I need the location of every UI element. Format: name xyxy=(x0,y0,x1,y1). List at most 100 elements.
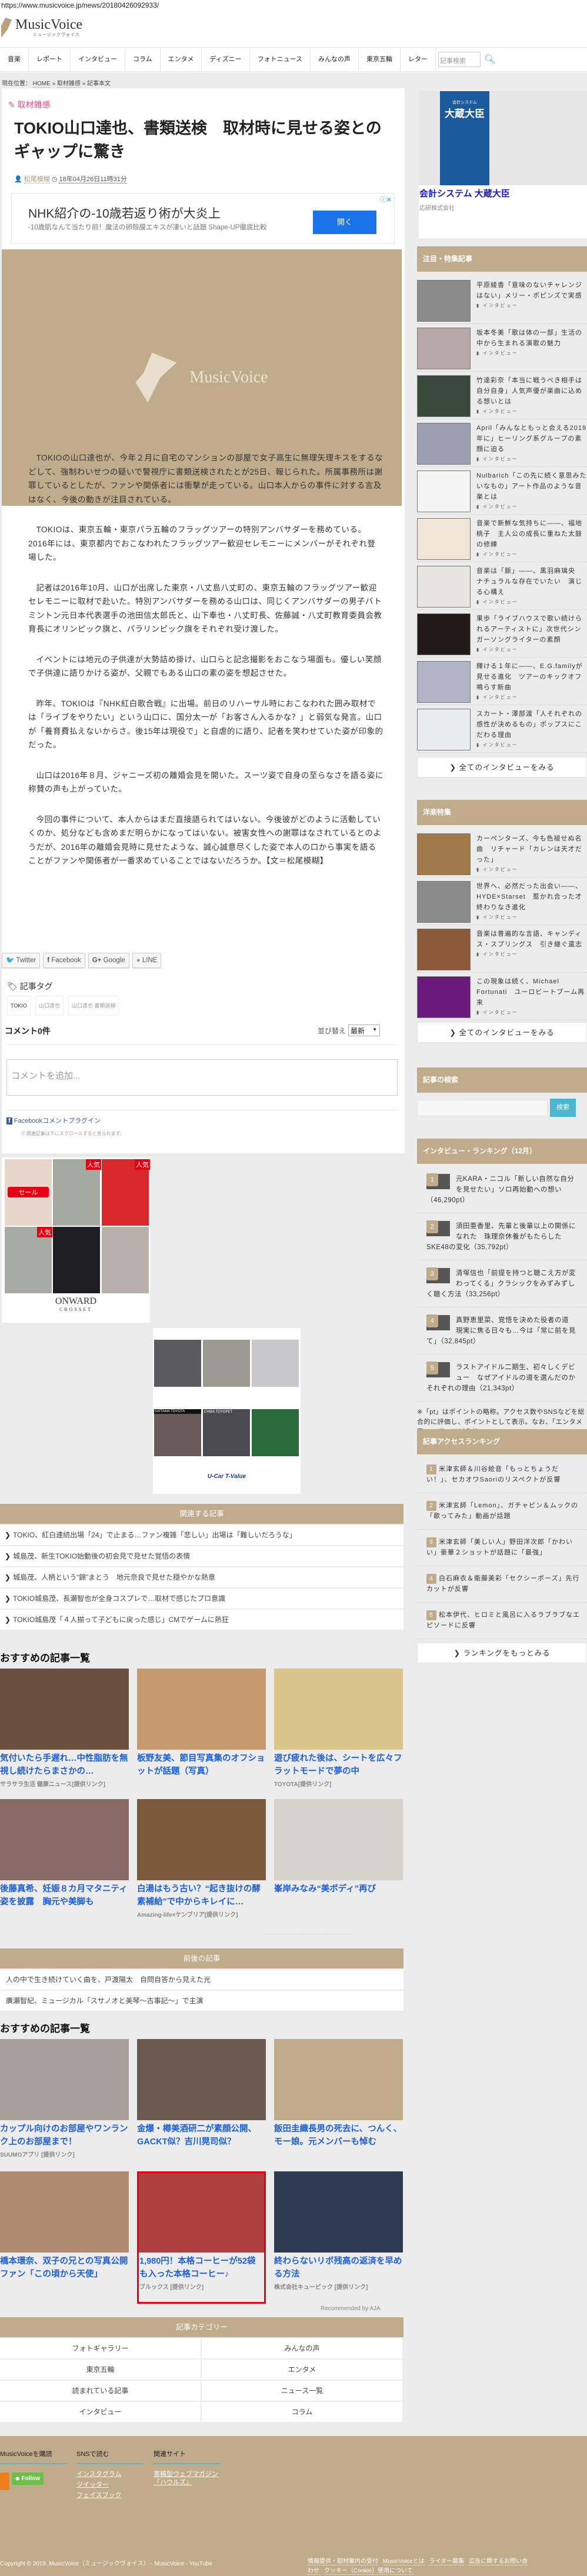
footer-link[interactable]: 情報提供・取材案内の受付 xyxy=(308,2558,378,2565)
recommended-thumbnail[interactable] xyxy=(137,1669,266,1750)
ranking-item[interactable]: 5 松本伊代、ヒロミと風呂に入るラブラブなエピソードに反響 xyxy=(417,1603,587,1639)
recommended-card[interactable]: 板野友美、節目写真集のオフショットが話題（写真） xyxy=(137,1669,266,1799)
share-google-button[interactable]: G+ Google xyxy=(88,953,129,968)
recommended-thumbnail[interactable] xyxy=(0,2171,129,2253)
sidebar-article[interactable]: 輝ける１年に――、E.G.familyが見せる進化 ツアーのキックオフ鳴らす新曲… xyxy=(417,658,587,705)
article-thumbnail[interactable] xyxy=(417,661,471,703)
nav-item[interactable]: レポート xyxy=(29,47,71,72)
sidebar-article[interactable]: 竹達彩奈「本当に戦うべき相手は自分自身」人気声優が楽曲に込める想いとは ▮ インタ… xyxy=(417,372,587,419)
ranking-item[interactable]: 5 ラストアイドル二期生、初々しくデビュー なぜアイドルの道を選んだのか それぞれ… xyxy=(417,1354,587,1402)
ranking-item[interactable]: 3 清塚信也「前提を持つと聴こえ方が変わってくる」クラシックをみずみずしく聴く方法… xyxy=(417,1260,587,1307)
nav-item[interactable]: 音楽 xyxy=(0,47,29,72)
related-article-link[interactable]: ❯ TOKIO城島茂、長瀬智也が全身コスプレで…取材で感じたプロ意識 xyxy=(0,1589,403,1609)
tag-link[interactable]: TOKIO xyxy=(7,996,31,1016)
category-link[interactable]: インタビュー xyxy=(0,2402,201,2422)
author-link[interactable]: 松尾模糊 xyxy=(24,176,50,183)
ranking-item[interactable]: 4 白石麻衣＆衛藤美彩「セクシーポーズ」先行カットが反響 xyxy=(417,1566,587,1603)
article-thumbnail[interactable] xyxy=(417,881,471,923)
nav-item[interactable]: レター xyxy=(401,47,436,72)
ranking-item[interactable]: 1 米津玄師＆川谷絵音「もっとちょうだい！」、セカオワSaoriのリスペクトが反響 xyxy=(417,1457,587,1493)
footer-link[interactable]: MusicVoiceとは xyxy=(383,2558,425,2565)
nav-item[interactable]: エンタメ xyxy=(161,47,202,72)
sidebar-search-input[interactable] xyxy=(417,1100,548,1116)
sidebar-search-button[interactable]: 検索 xyxy=(550,1099,576,1117)
article-thumbnail[interactable] xyxy=(417,929,471,970)
article-title[interactable]: 坂本冬美「歌は体の一部」生活の中から生まれる演歌の魅力 xyxy=(476,328,587,349)
sidebar-article[interactable]: 音楽で新鮮な気持ちに――、福地桃子 主人公の成長に重ねた太鼓の修練 ▮ インタビュ… xyxy=(417,515,587,562)
recommended-credit[interactable]: Recommended by Yahoo! JAPAN xyxy=(265,1927,352,1934)
category-link[interactable]: 読まれている記事 xyxy=(0,2381,201,2401)
recommended-title[interactable]: 1,980円！本格コーヒーが52袋も入った本格コーヒー♪ xyxy=(137,2255,266,2281)
recommended-card[interactable]: 後藤真希、妊娠８カ月マタニティ姿を披露 胸元や美脚も xyxy=(0,1799,129,1930)
article-thumbnail[interactable] xyxy=(417,833,471,875)
article-title[interactable]: 竹達彩奈「本当に戦うべき相手は自分自身」人気声優が楽曲に込める想いとは xyxy=(476,375,587,407)
all-interviews-button[interactable]: ❯ 全てのインタビューをみる xyxy=(417,757,587,778)
recommended-card[interactable]: 終わらないリボ残高の返済を早める方法 株式会社キュービック [提供リンク] xyxy=(274,2171,403,2304)
article-thumbnail[interactable] xyxy=(417,423,471,465)
search-icon[interactable]: 🔍︎ xyxy=(484,54,496,65)
sidebar-article[interactable]: 音楽は「脈」――、黒羽麻璃央 ナチュラルな存在でいたい 演じる心構え ▮ インタビ… xyxy=(417,562,587,610)
recommended-thumbnail[interactable] xyxy=(274,2039,403,2120)
recommended-thumbnail[interactable] xyxy=(137,2039,266,2120)
recommended-thumbnail[interactable] xyxy=(137,2171,266,2253)
article-title[interactable]: 平原綾香「意味のないチャレンジはない」メリー・ポピンズで実感 xyxy=(476,280,587,301)
ad-open-button[interactable]: 開く xyxy=(313,211,376,234)
more-ranking-button[interactable]: ❯ ランキングをもっとみる xyxy=(417,1643,587,1663)
ranking-title[interactable]: 米津玄師「美しい人」野田洋次郎「かわいい」豪華２ショットが話題に「最強」 xyxy=(426,1539,573,1556)
related-article-link[interactable]: ❯ TOKIO、紅白連続出場「24」で止まる…ファン複雑「悲しい」出場は「難しいだ… xyxy=(0,1525,403,1545)
category-link[interactable]: コラム xyxy=(202,2402,402,2422)
recommended-card[interactable]: 遊び疲れた後は、シートを広々フラットモードで夢の中 TOYOTA[提供リンク] xyxy=(274,1669,403,1799)
recommended-title[interactable]: 終わらないリボ残高の返済を早める方法 xyxy=(274,2255,403,2281)
ranking-item[interactable]: 1 元KARA・ニコル「新しい自然な自分を見せたい」ソロ再始動への想い（46,29… xyxy=(417,1166,587,1213)
category-link[interactable]: フォトギャラリー xyxy=(0,2338,201,2358)
footer-sns-link[interactable]: ツイッター xyxy=(76,2481,144,2489)
article-title[interactable]: 果歩「ライブハウスで歌い続けられるアーティストに」次世代シンガーソングライターの… xyxy=(476,613,587,645)
article-title[interactable]: 輝ける１年に――、E.G.familyが見せる進化 ツアーのキックオフ鳴らす新曲 xyxy=(476,661,587,693)
recommended-title[interactable]: 金爆・樽美酒研二が素顔公開、GACKT似？吉川晃司似？ xyxy=(137,2123,266,2148)
ranking-title[interactable]: 松本伊代、ヒロミと風呂に入るラブラブなエピソードに反響 xyxy=(426,1611,580,1629)
share-twitter-button[interactable]: 🐦 Twitter xyxy=(2,953,41,968)
recommended-title[interactable]: 峯岸みなみ“美ボディ”再び xyxy=(274,1883,403,1896)
recommended-card[interactable]: 橋本環奈、双子の兄との写真公開 ファン「この頃から天使」 xyxy=(0,2171,136,2304)
top-ad[interactable]: NHK紹介の-10歳若返り術が大炎上 -10歳肌なんて当たり前！魔法の卵殻膜エキ… xyxy=(11,193,395,244)
facebook-comment-plugin-link[interactable]: f Facebookコメントプラグイン xyxy=(6,1116,101,1125)
breadcrumb-home[interactable]: HOME xyxy=(32,81,51,88)
tag-link[interactable]: 山口達也 xyxy=(35,996,64,1016)
ranking-title[interactable]: 米津玄師＆川谷絵音「もっとちょうだい！」、セカオワSaoriのリスペクトが反響 xyxy=(426,1466,561,1483)
ranking-item[interactable]: 4 真野恵里菜、覚悟を決めた役者の道 現実に焦る日々も…今は「常に前を見て」（32… xyxy=(417,1307,587,1354)
product-image[interactable] xyxy=(53,1227,100,1293)
prev-next-article-link[interactable]: 廣瀬智紀、ミュージカル「スサノオと美琴～古事記～」で主演 xyxy=(0,1991,403,2011)
article-thumbnail[interactable] xyxy=(417,328,471,369)
recommended-thumbnail[interactable] xyxy=(274,1669,403,1750)
footer-sns-link[interactable]: フェイスブック xyxy=(76,2491,144,2500)
related-article-link[interactable]: ❯ 城島茂、新生TOKIO始動後の初会見で見せた覚悟の表情 xyxy=(0,1546,403,1566)
footer-link[interactable]: クッキー（Cookie）使用について xyxy=(324,2568,413,2575)
article-title[interactable]: 音楽は「脈」――、黒羽麻璃央 ナチュラルな存在でいたい 演じる心構え xyxy=(476,566,587,598)
ranking-item[interactable]: 3 米津玄師「美しい人」野田洋次郎「かわいい」豪華２ショットが話題に「最強」 xyxy=(417,1530,587,1566)
recommended-title[interactable]: 後藤真希、妊娠８カ月マタニティ姿を披露 胸元や美脚も xyxy=(0,1883,129,1908)
category-link[interactable]: みんなの声 xyxy=(202,2338,402,2358)
onward-ad[interactable]: セール 人気 人気 人気 ONWARD CROSSET xyxy=(2,1157,150,1323)
footer-link-howls[interactable]: 寄稿型ウェブマガジン「ハウルズ」 xyxy=(154,2470,221,2487)
sidebar-article[interactable]: 坂本冬美「歌は体の一部」生活の中から生まれる演歌の魅力 ▮ インタビュー xyxy=(417,324,587,372)
prev-next-article-link[interactable]: 人の中で生き続けていく曲を、戸渡陽太 自問自答から見えた光 xyxy=(0,1970,403,1990)
share-line-button[interactable]: ● LINE xyxy=(132,953,162,968)
article-title[interactable]: 世界へ、必然だった出会い――、HYDE×Starset 惹かれ合った才 終わりな… xyxy=(476,881,587,913)
article-thumbnail[interactable] xyxy=(417,518,471,560)
nav-search-input[interactable]: 記事検索 xyxy=(438,52,481,67)
category-link[interactable]: 東京五輪 xyxy=(0,2360,201,2380)
recommended-title[interactable]: 気付いたら手遅れ…中性脂肪を無視し続けたらまさかの… xyxy=(0,1752,129,1778)
article-thumbnail[interactable] xyxy=(417,375,471,417)
article-category[interactable]: ✎ 取材雑感 xyxy=(8,99,51,111)
ranking-title[interactable]: 白石麻衣＆衛藤美彩「セクシーポーズ」先行カットが反響 xyxy=(426,1575,579,1593)
ranking-item[interactable]: 2 米津玄師「Lemon」、ガチャピン＆ムックの「歌ってみた」動画が話題 xyxy=(417,1493,587,1530)
footer-link[interactable]: ライター募集 xyxy=(429,2558,465,2565)
recommended-title[interactable]: カップル向けのお部屋やワンランク上のお部屋まで！ xyxy=(0,2123,129,2148)
sidebar-article[interactable]: 音楽は普遍的な言語、キャンディス・スプリングス 引き継ぐ遺志 ▮ インタビュー xyxy=(417,925,587,973)
related-article-link[interactable]: ❯ TOKIO城島茂「４人揃って子どもに戻った感じ」CMでゲームに熱狂 xyxy=(0,1610,403,1630)
sidebar-ad[interactable]: 会計システム 大蔵大臣 会計システム 大蔵大臣 応研株式会社 xyxy=(419,91,587,238)
car-ad[interactable]: SAITAMA TOYOTA CHIBA TOYOPET U-Car T-Val… xyxy=(153,1328,301,1494)
all-interviews-button[interactable]: ❯ 全てのインタビューをみる xyxy=(417,1022,587,1043)
article-title[interactable]: スカート・澤部渡「人それぞれの感性が決めるもの」ポップスにこだわる理由 xyxy=(476,709,587,740)
recommended-credit[interactable]: Recommended by AJA xyxy=(321,2305,381,2312)
